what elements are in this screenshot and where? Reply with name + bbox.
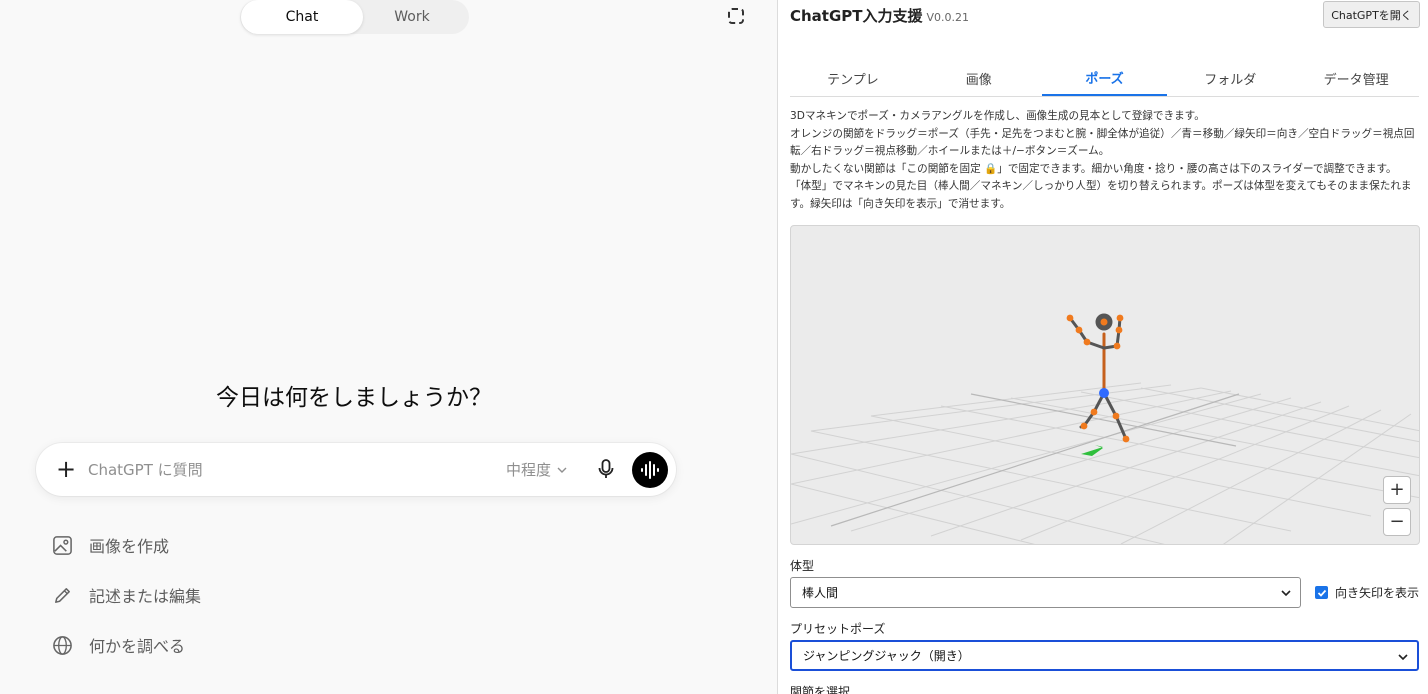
temporary-chat-icon[interactable] [728, 8, 744, 24]
instruction-line: 「体型」でマネキンの見た目（棒人間／マネキン／しっかり人型）を切り替えられます。… [790, 180, 1412, 210]
composer: + 中程度 [36, 443, 676, 496]
checkbox-checked-icon[interactable] [1315, 586, 1328, 599]
chevron-down-icon [1398, 654, 1408, 661]
globe-icon [53, 635, 72, 655]
body-type-select[interactable]: 棒人間 [790, 577, 1301, 608]
3d-viewport[interactable]: + − [790, 225, 1420, 545]
suggestion-label: 記述または編集 [89, 587, 202, 606]
extension-name: ChatGPT入力支援 [790, 7, 923, 25]
extension-title: ChatGPT入力支援 V0.0.21 [790, 5, 969, 26]
extension-panel: ChatGPT入力支援 V0.0.21 ChatGPTを開く テンプレ 画像 ポー… [777, 0, 1428, 694]
pencil-icon [55, 587, 70, 603]
tab-template[interactable]: テンプレ [790, 61, 916, 96]
prompt-input[interactable] [88, 455, 488, 485]
plus-icon[interactable]: + [52, 456, 80, 484]
joint-select-label: 関節を選択 [790, 685, 851, 694]
instruction-line: オレンジの関節をドラッグ＝ポーズ（手先・足先をつまむと腕・脚全体が追従）／青＝移… [790, 127, 1415, 158]
extension-version: V0.0.21 [926, 11, 970, 24]
mannequin-scene [791, 313, 1419, 544]
preset-pose-select[interactable]: ジャンピングジャック（開き） [790, 640, 1419, 671]
tab-folder[interactable]: フォルダ [1167, 61, 1293, 96]
floor-grid [791, 382, 1419, 544]
tab-work[interactable]: Work [356, 0, 468, 34]
show-arrow-toggle[interactable]: 向き矢印を表示 [1315, 584, 1419, 601]
effort-selector[interactable]: 中程度 [506, 459, 567, 480]
mode-switch: Chat Work [240, 0, 469, 34]
body-type-value: 棒人間 [802, 586, 839, 600]
mannequin[interactable] [1066, 313, 1130, 443]
tab-data-management[interactable]: データ管理 [1293, 61, 1419, 96]
screen: Chat Work 今日は何をしましょうか？ + 中程度 [0, 0, 1428, 694]
preset-pose-value: ジャンピングジャック（開き） [803, 649, 970, 663]
voice-mode-button[interactable] [632, 452, 668, 488]
zoom-in-button[interactable]: + [1383, 476, 1411, 504]
suggestion-write-edit[interactable]: 記述または編集 [52, 580, 201, 610]
chevron-down-icon [557, 467, 567, 473]
chat-pane: Chat Work 今日は何をしましょうか？ + 中程度 [0, 0, 777, 694]
suggestion-research[interactable]: 何かを調べる [52, 630, 185, 660]
chevron-down-icon [1281, 590, 1291, 597]
pose-instructions: 3Dマネキンでポーズ・カメラアングルを作成し、画像生成の見本として登録できます。… [790, 108, 1419, 214]
direction-arrow-icon[interactable] [1081, 445, 1103, 456]
image-icon [53, 535, 72, 555]
waveform-icon [641, 461, 659, 479]
suggestion-label: 何かを調べる [89, 637, 186, 656]
tab-image[interactable]: 画像 [916, 61, 1042, 96]
suggestion-label: 画像を作成 [89, 537, 170, 556]
open-chatgpt-button[interactable]: ChatGPTを開く [1323, 1, 1420, 28]
tab-pose[interactable]: ポーズ [1041, 61, 1168, 96]
show-arrow-label: 向き矢印を表示 [1335, 586, 1420, 600]
zoom-out-button[interactable]: − [1383, 508, 1411, 536]
instruction-line: 動かしたくない関節は「この関節を固定 🔒」で固定できます。細かい角度・捻り・腰の… [790, 162, 1397, 175]
greeting: 今日は何をしましょうか？ [216, 385, 492, 411]
body-type-label: 体型 [790, 559, 815, 573]
suggestion-create-image[interactable]: 画像を作成 [52, 530, 169, 560]
effort-label: 中程度 [506, 461, 552, 479]
extension-tabs: テンプレ 画像 ポーズ フォルダ データ管理 [790, 61, 1419, 97]
preset-pose-label: プリセットポーズ [790, 622, 886, 636]
instruction-line: 3Dマネキンでポーズ・カメラアングルを作成し、画像生成の見本として登録できます。 [790, 110, 1205, 122]
microphone-icon[interactable] [594, 457, 618, 481]
tab-chat[interactable]: Chat [241, 0, 363, 34]
